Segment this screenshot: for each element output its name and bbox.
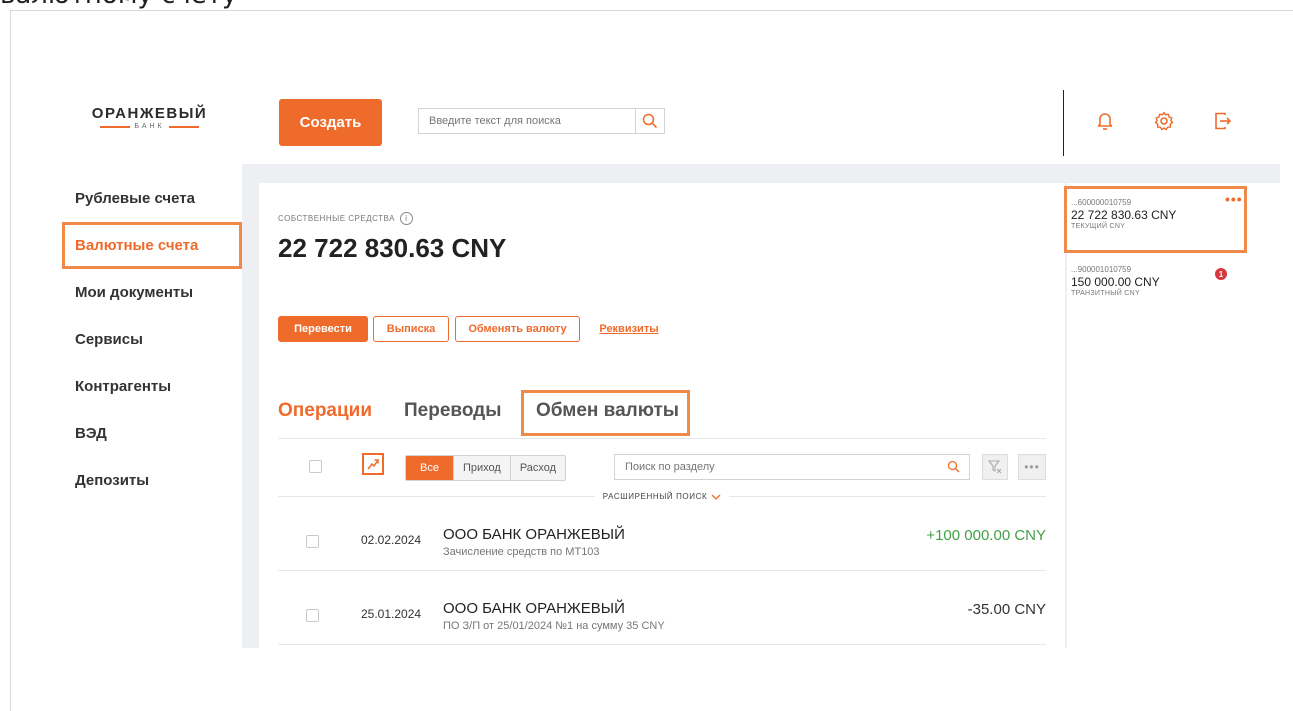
sidebar-item-deposits[interactable]: Депозиты [62, 457, 242, 504]
header-divider [1063, 90, 1064, 156]
section-search-input[interactable] [615, 455, 947, 479]
tabs-divider [278, 438, 1046, 439]
section-search [614, 454, 970, 480]
page-caption: валютному счету [0, 0, 237, 10]
frame-border-left [10, 10, 11, 711]
own-funds-label-text: СОБСТВЕННЫЕ СРЕДСТВА [278, 214, 395, 223]
logo-main-text: ОРАНЖЕВЫЙ [91, 105, 208, 122]
logout-icon[interactable] [1213, 110, 1233, 132]
operation-description: Зачисление средств по МТ103 [443, 546, 600, 558]
logo-line-right [168, 125, 199, 128]
table-row[interactable]: 02.02.2024 ООО БАНК ОРАНЖЕВЫЙ Зачисление… [278, 511, 1046, 571]
sidebar-item-counterparties[interactable]: Контрагенты [62, 363, 242, 410]
direction-filter: Все Приход Расход [405, 455, 567, 481]
statement-button[interactable]: Выписка [373, 316, 449, 342]
transfer-button[interactable]: Перевести [278, 316, 368, 342]
sidebar-item-rub-accounts[interactable]: Рублевые счета [62, 175, 242, 222]
account-number: ...900001010759 [1071, 265, 1132, 274]
search-icon[interactable] [636, 113, 664, 129]
sidebar-item-ved[interactable]: ВЭД [62, 410, 242, 457]
notification-badge: 1 [1215, 268, 1227, 280]
global-search [418, 108, 665, 134]
gear-icon[interactable] [1154, 110, 1174, 132]
operation-date: 25.01.2024 [361, 607, 422, 621]
info-icon[interactable]: i [399, 212, 413, 225]
row-checkbox[interactable] [306, 535, 319, 548]
more-options-icon[interactable]: ••• [1018, 454, 1046, 480]
operation-amount: +100 000.00 CNY [926, 527, 1046, 544]
account-balance: 150 000.00 CNY [1071, 275, 1160, 289]
sidebar-item-services[interactable]: Сервисы [62, 316, 242, 363]
advanced-search: РАСШИРЕННЫЙ ПОИСК [278, 492, 1046, 501]
frame-border-top [10, 10, 1293, 11]
filter-all[interactable]: Все [406, 456, 453, 480]
global-search-input[interactable] [419, 109, 635, 133]
adv-search-line-left [278, 496, 595, 497]
bank-logo[interactable]: ОРАНЖЕВЫЙ БАНК [87, 105, 212, 130]
row-checkbox[interactable] [306, 609, 319, 622]
tab-transfers[interactable]: Переводы [404, 400, 501, 422]
select-all-checkbox[interactable] [309, 460, 322, 473]
exchange-currency-button[interactable]: Обменять валюту [455, 316, 580, 342]
operation-date: 02.02.2024 [361, 533, 422, 547]
filter-expense[interactable]: Расход [509, 456, 566, 480]
operation-counterparty: ООО БАНК ОРАНЖЕВЫЙ [443, 526, 625, 543]
logo-line-left [100, 125, 131, 128]
own-funds-label: СОБСТВЕННЫЕ СРЕДСТВА i [278, 212, 413, 225]
filter-income[interactable]: Приход [452, 456, 510, 480]
section-search-icon[interactable] [947, 460, 961, 474]
operation-amount: -35.00 CNY [967, 601, 1046, 618]
logo-sub-text: БАНК [134, 123, 165, 130]
sidebar-item-my-documents[interactable]: Мои документы [62, 269, 242, 316]
tab-highlight-box [521, 390, 690, 436]
adv-search-line-right [729, 496, 1046, 497]
operation-counterparty: ООО БАНК ОРАНЖЕВЫЙ [443, 600, 625, 617]
table-row[interactable]: 25.01.2024 ООО БАНК ОРАНЖЕВЫЙ ПО З/П от … [278, 585, 1046, 645]
chevron-down-icon [711, 494, 721, 500]
create-button[interactable]: Создать [279, 99, 382, 146]
sidebar-nav: Рублевые счета Валютные счета Мои докуме… [62, 175, 242, 504]
bell-icon[interactable] [1095, 110, 1115, 132]
account-balance: 22 722 830.63 CNY [1071, 208, 1177, 222]
operation-description: ПО З/П от 25/01/2024 №1 на сумму 35 CNY [443, 620, 665, 632]
advanced-search-label: РАСШИРЕННЫЙ ПОИСК [602, 492, 708, 501]
account-type: ТЕКУЩИЙ CNY [1071, 223, 1126, 230]
requisites-link[interactable]: Реквизиты [588, 316, 670, 342]
tab-operations[interactable]: Операции [278, 400, 372, 422]
chart-trend-icon[interactable] [362, 453, 384, 475]
logo-sub: БАНК [87, 123, 212, 130]
clear-filter-icon[interactable] [982, 454, 1008, 480]
account-menu-icon[interactable]: ••• [1225, 191, 1243, 207]
advanced-search-toggle[interactable]: РАСШИРЕННЫЙ ПОИСК [595, 492, 729, 501]
sidebar-item-currency-accounts[interactable]: Валютные счета [62, 222, 242, 269]
account-type: ТРАНЗИТНЫЙ CNY [1071, 290, 1140, 297]
account-item-transit[interactable]: ...900001010759 150 000.00 CNY ТРАНЗИТНЫ… [1071, 265, 1271, 297]
own-funds-value: 22 722 830.63 CNY [278, 233, 507, 263]
